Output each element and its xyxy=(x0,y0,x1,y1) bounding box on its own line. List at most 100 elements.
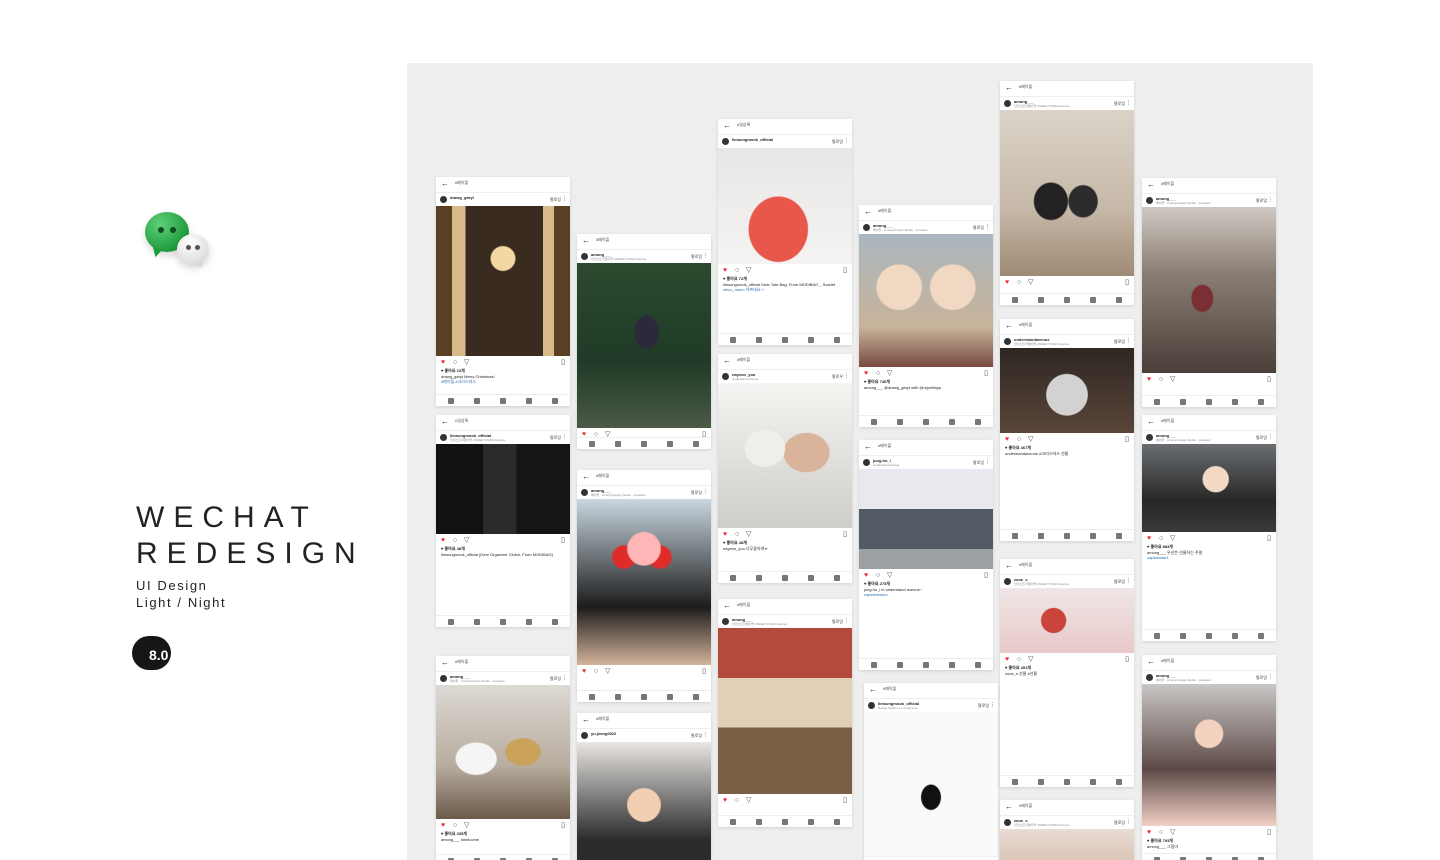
profile-icon[interactable] xyxy=(834,819,840,825)
share-icon[interactable]: ▽ xyxy=(887,572,892,579)
home-icon[interactable] xyxy=(1154,633,1160,639)
post-photo[interactable] xyxy=(1000,348,1134,433)
post-photo[interactable] xyxy=(1142,444,1276,532)
back-arrow-icon[interactable]: ← xyxy=(1147,658,1155,666)
avatar[interactable] xyxy=(1146,674,1153,681)
more-icon[interactable]: ⋮ xyxy=(1126,819,1131,825)
like-heart-icon[interactable]: ♥ xyxy=(1147,376,1151,383)
comment-icon[interactable]: ○ xyxy=(1017,436,1021,443)
more-icon[interactable]: ⋮ xyxy=(703,253,708,259)
share-icon[interactable]: ▽ xyxy=(887,370,892,377)
home-icon[interactable] xyxy=(871,662,877,668)
post-photo[interactable] xyxy=(718,383,852,528)
follow-button[interactable]: 팔로잉 xyxy=(832,619,843,625)
follow-button[interactable]: 팔로잉 xyxy=(978,703,989,709)
add-icon[interactable] xyxy=(1064,533,1070,539)
bookmark-icon[interactable]: ▯ xyxy=(1267,376,1271,383)
profile-icon[interactable] xyxy=(834,337,840,343)
add-icon[interactable] xyxy=(782,337,788,343)
share-icon[interactable]: ▽ xyxy=(464,359,469,366)
activity-icon[interactable] xyxy=(1090,533,1096,539)
share-icon[interactable]: ▽ xyxy=(1028,436,1033,443)
username[interactable]: limsungmook_official xyxy=(732,137,773,142)
activity-icon[interactable] xyxy=(1090,297,1096,303)
bookmark-icon[interactable]: ▯ xyxy=(702,668,706,675)
more-icon[interactable]: ⋮ xyxy=(844,138,849,144)
activity-icon[interactable] xyxy=(1090,779,1096,785)
search-icon[interactable] xyxy=(756,819,762,825)
more-icon[interactable]: ⋮ xyxy=(844,618,849,624)
search-icon[interactable] xyxy=(1180,633,1186,639)
share-icon[interactable]: ▽ xyxy=(746,797,751,804)
search-icon[interactable] xyxy=(615,694,621,700)
profile-icon[interactable] xyxy=(834,575,840,581)
more-icon[interactable]: ⋮ xyxy=(1126,578,1131,584)
more-icon[interactable]: ⋮ xyxy=(703,489,708,495)
home-icon[interactable] xyxy=(1154,399,1160,405)
avatar[interactable] xyxy=(1146,197,1153,204)
search-icon[interactable] xyxy=(897,419,903,425)
avatar[interactable] xyxy=(722,618,729,625)
profile-icon[interactable] xyxy=(693,694,699,700)
activity-icon[interactable] xyxy=(808,819,814,825)
bookmark-icon[interactable]: ▯ xyxy=(984,370,988,377)
avatar[interactable] xyxy=(863,224,870,231)
bookmark-icon[interactable]: ▯ xyxy=(1125,656,1129,663)
back-arrow-icon[interactable]: ← xyxy=(864,208,872,216)
back-arrow-icon[interactable]: ← xyxy=(864,443,872,451)
avatar[interactable] xyxy=(1004,100,1011,107)
follow-button[interactable]: 팔로잉 xyxy=(1114,101,1125,107)
share-icon[interactable]: ▽ xyxy=(1170,376,1175,383)
share-icon[interactable]: ▽ xyxy=(605,668,610,675)
activity-icon[interactable] xyxy=(808,337,814,343)
home-icon[interactable] xyxy=(1012,533,1018,539)
comment-icon[interactable]: ○ xyxy=(453,537,457,544)
home-icon[interactable] xyxy=(448,398,454,404)
back-arrow-icon[interactable]: ← xyxy=(1005,562,1013,570)
add-icon[interactable] xyxy=(782,575,788,581)
avatar[interactable] xyxy=(440,675,447,682)
avatar[interactable] xyxy=(1004,819,1011,826)
share-icon[interactable]: ▽ xyxy=(1170,829,1175,836)
avatar[interactable] xyxy=(722,373,729,380)
follow-button[interactable]: 팔로잉 xyxy=(1114,579,1125,585)
like-heart-icon[interactable]: ♥ xyxy=(1147,535,1151,542)
post-photo[interactable] xyxy=(718,148,852,264)
bookmark-icon[interactable]: ▯ xyxy=(561,537,565,544)
more-icon[interactable]: ⋮ xyxy=(562,675,567,681)
activity-icon[interactable] xyxy=(1232,633,1238,639)
follow-button[interactable]: 팔로잉 xyxy=(550,435,561,441)
comment-icon[interactable]: ○ xyxy=(1159,535,1163,542)
avatar[interactable] xyxy=(1004,338,1011,345)
back-arrow-icon[interactable]: ← xyxy=(441,180,449,188)
home-icon[interactable] xyxy=(730,575,736,581)
follow-button[interactable]: 팔로잉 xyxy=(1256,675,1267,681)
post-photo[interactable] xyxy=(859,234,993,367)
avatar[interactable] xyxy=(440,196,447,203)
add-icon[interactable] xyxy=(1064,779,1070,785)
home-icon[interactable] xyxy=(589,694,595,700)
post-photo[interactable] xyxy=(577,263,711,428)
search-icon[interactable] xyxy=(1180,399,1186,405)
follow-button[interactable]: 팔로잉 xyxy=(550,676,561,682)
like-heart-icon[interactable]: ♥ xyxy=(864,572,868,579)
back-arrow-icon[interactable]: ← xyxy=(869,686,877,694)
avatar[interactable] xyxy=(1004,578,1011,585)
add-icon[interactable] xyxy=(500,619,506,625)
home-icon[interactable] xyxy=(448,619,454,625)
post-photo[interactable] xyxy=(1000,110,1134,276)
home-icon[interactable] xyxy=(1012,779,1018,785)
avatar[interactable] xyxy=(581,253,588,260)
comment-icon[interactable]: ○ xyxy=(453,822,457,829)
add-icon[interactable] xyxy=(641,441,647,447)
back-arrow-icon[interactable]: ← xyxy=(582,237,590,245)
bookmark-icon[interactable]: ▯ xyxy=(561,822,565,829)
profile-icon[interactable] xyxy=(1116,779,1122,785)
activity-icon[interactable] xyxy=(1232,399,1238,405)
follow-button[interactable]: 팔로잉 xyxy=(691,733,702,739)
post-photo[interactable] xyxy=(859,469,993,569)
home-icon[interactable] xyxy=(730,337,736,343)
follow-button[interactable]: 팔로잉 xyxy=(691,254,702,260)
back-arrow-icon[interactable]: ← xyxy=(582,716,590,724)
bookmark-icon[interactable]: ▯ xyxy=(843,797,847,804)
